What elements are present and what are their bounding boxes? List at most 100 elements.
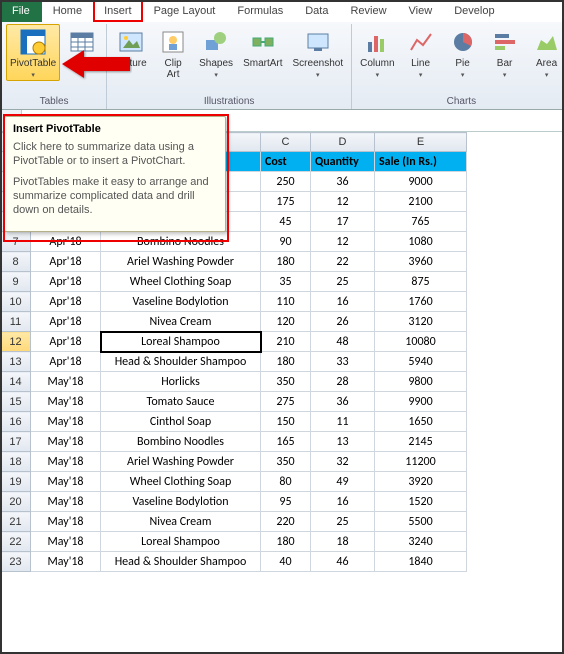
cell[interactable]: Ariel Washing Powder [101,252,261,272]
cell[interactable]: Apr'18 [31,312,101,332]
tab-view[interactable]: View [398,0,444,22]
cell[interactable]: 2145 [375,432,467,452]
cell[interactable]: 80 [261,472,311,492]
cell[interactable]: May'18 [31,552,101,572]
cell[interactable]: Horlicks [101,372,261,392]
cell[interactable]: Wheel Clothing Soap [101,272,261,292]
row-header[interactable]: 18 [1,452,31,472]
cell[interactable]: Tomato Sauce [101,392,261,412]
cell[interactable]: May'18 [31,392,101,412]
area-chart-button[interactable]: Area ▾ [527,24,564,81]
cell[interactable]: 165 [261,432,311,452]
cell[interactable]: 25 [311,272,375,292]
cell[interactable]: May'18 [31,512,101,532]
cell[interactable]: May'18 [31,492,101,512]
cell[interactable]: Bombino Noodles [101,432,261,452]
tab-review[interactable]: Review [339,0,397,22]
col-header-C[interactable]: C [261,133,311,152]
cell[interactable]: May'18 [31,472,101,492]
row-header[interactable]: 20 [1,492,31,512]
cell[interactable]: 350 [261,372,311,392]
cell[interactable]: Ariel Washing Powder [101,452,261,472]
cell[interactable]: 45 [261,212,311,232]
row-header[interactable]: 12 [1,332,31,352]
cell[interactable]: 180 [261,252,311,272]
row-header[interactable]: 23 [1,552,31,572]
cell[interactable]: 250 [261,172,311,192]
pie-chart-button[interactable]: Pie ▾ [443,24,483,81]
cell[interactable]: 18 [311,532,375,552]
smartart-button[interactable]: SmartArt [239,24,286,72]
tab-formulas[interactable]: Formulas [226,0,294,22]
cell[interactable]: 16 [311,492,375,512]
cell[interactable]: Nivea Cream [101,512,261,532]
cell[interactable]: May'18 [31,412,101,432]
row-header[interactable]: 17 [1,432,31,452]
tab-data[interactable]: Data [294,0,339,22]
picture-button[interactable]: Picture [111,24,151,72]
cell[interactable]: 1080 [375,232,467,252]
row-header[interactable]: 7 [1,232,31,252]
col-header-E[interactable]: E [375,133,467,152]
cell[interactable]: May'18 [31,432,101,452]
column-chart-button[interactable]: Column ▾ [356,24,398,81]
header-cell[interactable]: Sale (In Rs.) [375,152,467,172]
cell[interactable]: 49 [311,472,375,492]
line-chart-button[interactable]: Line ▾ [401,24,441,81]
cell[interactable]: 275 [261,392,311,412]
cell[interactable]: 180 [261,532,311,552]
cell[interactable]: Head & Shoulder Shampoo [101,552,261,572]
cell[interactable]: Loreal Shampoo [101,532,261,552]
cell[interactable]: 350 [261,452,311,472]
cell[interactable]: 28 [311,372,375,392]
cell[interactable]: 36 [311,392,375,412]
row-header[interactable]: 9 [1,272,31,292]
cell[interactable]: 22 [311,252,375,272]
cell[interactable]: 180 [261,352,311,372]
cell[interactable]: Vaseline Bodylotion [101,292,261,312]
cell[interactable]: 9800 [375,372,467,392]
cell[interactable]: 220 [261,512,311,532]
tab-file[interactable]: File [0,0,42,22]
header-cell[interactable]: Quantity [311,152,375,172]
cell[interactable]: 46 [311,552,375,572]
cell[interactable]: 95 [261,492,311,512]
cell[interactable]: 1840 [375,552,467,572]
cell[interactable]: 13 [311,432,375,452]
pivottable-button[interactable]: PivotTable ▾ [6,24,60,81]
cell[interactable]: Wheel Clothing Soap [101,472,261,492]
cell[interactable]: 3120 [375,312,467,332]
col-header-D[interactable]: D [311,133,375,152]
cell[interactable]: 11 [311,412,375,432]
cell[interactable]: Head & Shoulder Shampoo [101,352,261,372]
cell[interactable]: May'18 [31,452,101,472]
cell[interactable]: 150 [261,412,311,432]
cell[interactable]: Apr'18 [31,352,101,372]
cell[interactable]: 11200 [375,452,467,472]
cell[interactable]: 16 [311,292,375,312]
cell[interactable]: Cinthol Soap [101,412,261,432]
cell[interactable]: 2100 [375,192,467,212]
screenshot-button[interactable]: Screenshot ▾ [289,24,348,81]
cell[interactable]: 1760 [375,292,467,312]
clipart-button[interactable]: Clip Art [153,24,193,82]
cell[interactable]: Apr'18 [31,292,101,312]
cell[interactable]: Vaseline Bodylotion [101,492,261,512]
tab-home[interactable]: Home [42,0,93,22]
cell[interactable]: 25 [311,512,375,532]
cell[interactable]: 12 [311,232,375,252]
row-header[interactable]: 13 [1,352,31,372]
cell[interactable]: 32 [311,452,375,472]
row-header[interactable]: 11 [1,312,31,332]
table-button[interactable]: Table [62,24,102,72]
cell[interactable]: Nivea Cream [101,312,261,332]
cell[interactable]: Apr'18 [31,332,101,352]
cell[interactable]: 3960 [375,252,467,272]
cell[interactable]: Apr'18 [31,252,101,272]
row-header[interactable]: 15 [1,392,31,412]
shapes-button[interactable]: Shapes ▾ [195,24,237,81]
cell[interactable]: 5500 [375,512,467,532]
row-header[interactable]: 21 [1,512,31,532]
cell[interactable]: Bombino Noodles [101,232,261,252]
tab-insert[interactable]: Insert [93,0,143,22]
